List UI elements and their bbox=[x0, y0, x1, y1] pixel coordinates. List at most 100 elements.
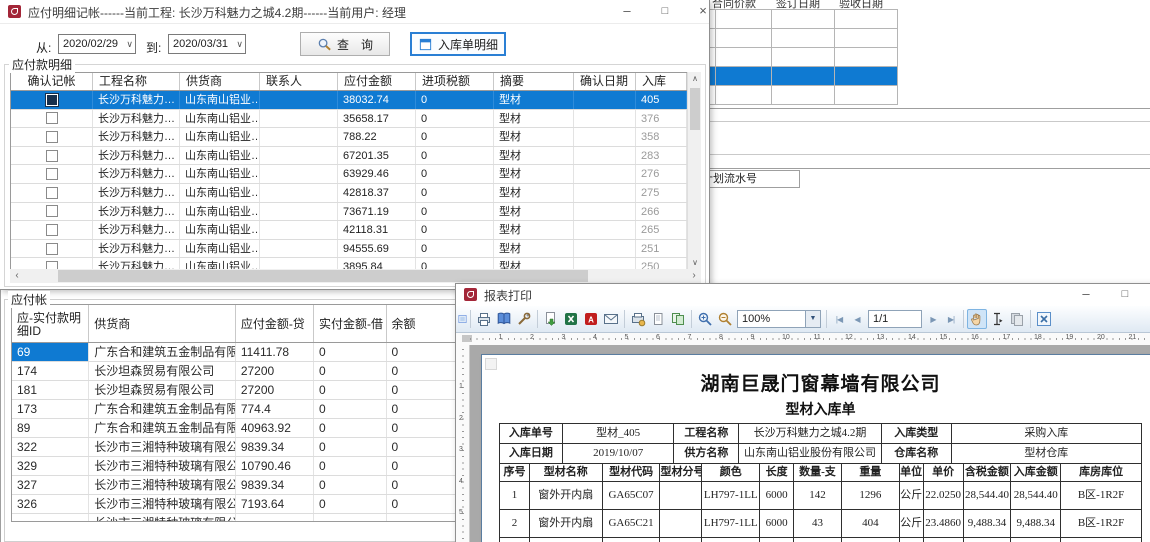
column-header[interactable]: 确认日期 bbox=[574, 73, 636, 90]
minimize-button[interactable]: – bbox=[1071, 284, 1101, 305]
column-header[interactable]: 应付金额-贷 bbox=[236, 305, 314, 342]
table-row[interactable]: 长沙市三湘特种玻璃有限公司 bbox=[12, 514, 461, 522]
column-header[interactable]: 供货商 bbox=[180, 73, 260, 90]
table-row[interactable]: 长沙万科魅力…山东南山铝业…42118.310型材265 bbox=[11, 221, 687, 240]
column-header[interactable]: 进项税额 bbox=[416, 73, 494, 90]
single-page-icon[interactable] bbox=[648, 309, 668, 329]
table-row[interactable]: 长沙万科魅力…山东南山铝业…35658.170型材376 bbox=[11, 110, 687, 129]
table-row[interactable] bbox=[700, 86, 898, 105]
scroll-left-icon[interactable]: ‹ bbox=[10, 269, 24, 283]
zoom-in-icon[interactable] bbox=[695, 309, 715, 329]
table-row[interactable] bbox=[700, 67, 898, 86]
maximize-button[interactable]: □ bbox=[650, 0, 680, 23]
horizontal-scrollbar[interactable]: ‹ › bbox=[10, 269, 701, 283]
preview-area[interactable]: 12345 湖南巨晟门窗幕墙有限公司 型材入库单 入库单号型材_405工程名称长… bbox=[456, 345, 1150, 542]
table-row[interactable]: 329长沙市三湘特种玻璃有限公司10790.4600 bbox=[12, 457, 461, 476]
table-row[interactable] bbox=[700, 10, 898, 29]
column-header[interactable]: 摘要 bbox=[494, 73, 574, 90]
excel-icon[interactable] bbox=[561, 309, 581, 329]
scroll-up-icon[interactable]: ∧ bbox=[688, 72, 702, 86]
checkbox[interactable] bbox=[46, 224, 58, 236]
scroll-right-icon[interactable]: › bbox=[687, 269, 701, 283]
table-row[interactable]: 长沙万科魅力…山东南山铝业…63929.460型材276 bbox=[11, 165, 687, 184]
maximize-button[interactable]: □ bbox=[1110, 284, 1140, 305]
checkbox[interactable] bbox=[46, 112, 58, 124]
table-row[interactable]: 174长沙坦森贸易有限公司2720000 bbox=[12, 362, 461, 381]
table-cell: 山东南山铝业… bbox=[180, 240, 260, 258]
query-button[interactable]: 查 询 bbox=[300, 32, 390, 56]
bg-table[interactable] bbox=[700, 9, 898, 105]
scrollbar-thumb[interactable] bbox=[690, 88, 700, 130]
tools-icon[interactable] bbox=[514, 309, 534, 329]
doc-icon-partial[interactable] bbox=[458, 309, 467, 329]
table-row[interactable]: 181长沙坦森贸易有限公司2720000 bbox=[12, 381, 461, 400]
print-setup-icon[interactable] bbox=[628, 309, 648, 329]
close-preview-icon[interactable] bbox=[1034, 309, 1054, 329]
last-page-button[interactable]: ▶| bbox=[942, 315, 960, 324]
table-row[interactable]: 322长沙市三湘特种玻璃有限公司9839.3400 bbox=[12, 438, 461, 457]
checkbox[interactable] bbox=[46, 243, 58, 255]
checkbox[interactable] bbox=[46, 150, 58, 162]
prev-page-button[interactable]: ◀ bbox=[848, 315, 866, 324]
table-row[interactable] bbox=[700, 29, 898, 48]
copy-icon[interactable] bbox=[1007, 309, 1027, 329]
checkbox[interactable] bbox=[46, 94, 58, 106]
close-button[interactable]: × bbox=[688, 0, 718, 23]
column-header[interactable]: 应-实付款明细ID bbox=[12, 305, 89, 342]
chevron-down-icon[interactable]: ∨ bbox=[126, 35, 133, 53]
column-header[interactable]: 入库 bbox=[636, 73, 687, 90]
next-page-button[interactable]: ▶ bbox=[924, 315, 942, 324]
table-row[interactable] bbox=[700, 48, 898, 67]
page-number-input[interactable]: 1/1 bbox=[868, 310, 922, 328]
table-row[interactable]: 69广东合和建筑五金制品有限公司11411.7800 bbox=[12, 343, 461, 362]
table-cell: 0 bbox=[387, 495, 461, 513]
checkbox[interactable] bbox=[46, 168, 58, 180]
report-main-table: 序号型材名称型材代码型材分号颜色长度数量-支重量单位单价含税金额入库金额库房库位… bbox=[499, 463, 1142, 542]
titlebar[interactable]: 报表打印 – □ × bbox=[456, 284, 1150, 307]
column-header[interactable]: 确认记帐 bbox=[11, 73, 93, 90]
chevron-down-icon[interactable]: ∨ bbox=[236, 35, 243, 53]
entry-detail-button[interactable]: 入库单明细 bbox=[410, 32, 506, 56]
table-row[interactable]: 327长沙市三湘特种玻璃有限公司9839.3400 bbox=[12, 476, 461, 495]
table-row[interactable]: 326长沙市三湘特种玻璃有限公司7193.6400 bbox=[12, 495, 461, 514]
text-select-icon[interactable] bbox=[987, 309, 1007, 329]
checkbox[interactable] bbox=[46, 187, 58, 199]
table-row[interactable]: 长沙万科魅力…山东南山铝业…788.220型材358 bbox=[11, 128, 687, 147]
mail-icon[interactable] bbox=[601, 309, 621, 329]
zoom-level-select[interactable]: 100%▼ bbox=[737, 310, 821, 328]
minimize-button[interactable]: – bbox=[612, 0, 642, 23]
column-header[interactable]: 实付金额-借 bbox=[314, 305, 387, 342]
column-header[interactable]: 余额 bbox=[387, 305, 461, 342]
print-icon[interactable] bbox=[474, 309, 494, 329]
pdf-icon[interactable]: A bbox=[581, 309, 601, 329]
from-label: 从: bbox=[36, 39, 51, 56]
column-header[interactable]: 工程名称 bbox=[93, 73, 180, 90]
book-icon[interactable] bbox=[494, 309, 514, 329]
hand-tool-icon[interactable] bbox=[967, 309, 987, 329]
table-row[interactable]: 89广东合和建筑五金制品有限公司40963.9200 bbox=[12, 419, 461, 438]
column-header[interactable]: 联系人 bbox=[260, 73, 338, 90]
multi-page-icon[interactable] bbox=[668, 309, 688, 329]
payables-table[interactable]: 应-实付款明细ID供货商应付金额-贷实付金额-借余额69广东合和建筑五金制品有限… bbox=[11, 304, 462, 522]
titlebar[interactable]: 应付明细记帐------当前工程: 长沙万科魅力之城4.2期------当前用户… bbox=[0, 0, 709, 24]
table-row[interactable]: 长沙万科魅力…山东南山铝业…38032.740型材405 bbox=[11, 91, 687, 110]
scrollbar-thumb[interactable] bbox=[58, 270, 588, 282]
column-header[interactable]: 供货商 bbox=[89, 305, 236, 342]
checkbox[interactable] bbox=[46, 205, 58, 217]
scroll-down-icon[interactable]: ∨ bbox=[688, 256, 702, 270]
table-row[interactable]: 长沙万科魅力…山东南山铝业…73671.190型材266 bbox=[11, 203, 687, 222]
checkbox[interactable] bbox=[46, 131, 58, 143]
first-page-button[interactable]: |◀ bbox=[830, 315, 848, 324]
table-row[interactable]: 长沙万科魅力…山东南山铝业…94555.690型材251 bbox=[11, 240, 687, 259]
table-row[interactable]: 长沙万科魅力…山东南山铝业…67201.350型材283 bbox=[11, 147, 687, 166]
vertical-scrollbar[interactable]: ∧ ∨ bbox=[687, 72, 701, 270]
payable-detail-table[interactable]: 确认记帐工程名称供货商联系人应付金额进项税额摘要确认日期入库长沙万科魅力…山东南… bbox=[10, 72, 688, 270]
from-date-select[interactable]: 2020/02/29 ∨ bbox=[58, 34, 136, 54]
export-icon[interactable] bbox=[541, 309, 561, 329]
zoom-out-icon[interactable] bbox=[715, 309, 735, 329]
table-row[interactable]: 173广东合和建筑五金制品有限公司774.400 bbox=[12, 400, 461, 419]
column-header[interactable]: 应付金额 bbox=[338, 73, 416, 90]
chevron-down-icon[interactable]: ▼ bbox=[805, 311, 820, 327]
table-row[interactable]: 长沙万科魅力…山东南山铝业…42818.370型材275 bbox=[11, 184, 687, 203]
to-date-select[interactable]: 2020/03/31 ∨ bbox=[168, 34, 246, 54]
